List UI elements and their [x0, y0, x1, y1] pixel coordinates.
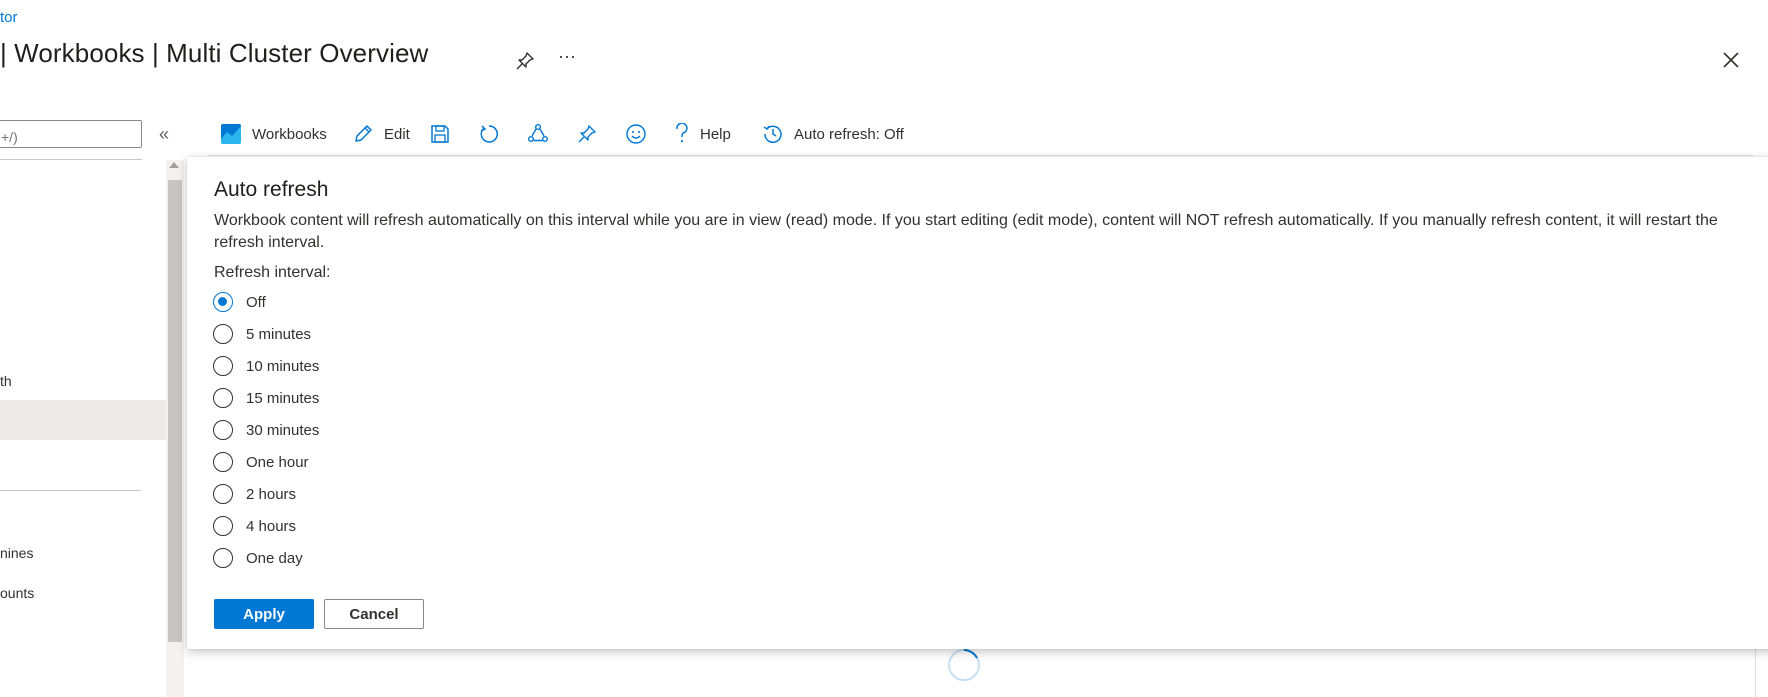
apply-button[interactable]: Apply — [214, 599, 314, 629]
refresh-button[interactable] — [478, 118, 500, 150]
save-icon — [431, 125, 449, 143]
radio-button[interactable] — [213, 452, 233, 472]
nav-item-selected[interactable] — [0, 400, 166, 440]
scroll-up-arrow-icon[interactable] — [169, 162, 179, 168]
radio-button[interactable] — [213, 516, 233, 536]
radio-option-off[interactable]: Off — [213, 290, 266, 314]
radio-option-2-hours[interactable]: 2 hours — [213, 482, 296, 506]
radio-label: One hour — [246, 453, 309, 471]
help-icon — [676, 123, 688, 143]
workbooks-button[interactable]: Workbooks — [220, 118, 327, 150]
panel-description: Workbook content will refresh automatica… — [214, 212, 1718, 251]
loading-spinner-icon — [947, 648, 981, 682]
radio-button[interactable] — [213, 388, 233, 408]
radio-button[interactable] — [213, 420, 233, 440]
close-icon[interactable] — [1719, 48, 1743, 72]
radio-button[interactable] — [213, 548, 233, 568]
radio-label: 2 hours — [246, 485, 297, 503]
radio-option-30-minutes[interactable]: 30 minutes — [213, 418, 319, 442]
cancel-button[interactable]: Cancel — [324, 599, 424, 629]
radio-option-15-minutes[interactable]: 15 minutes — [213, 386, 319, 410]
help-button[interactable]: Help — [674, 118, 731, 150]
collapse-nav-button[interactable]: « — [159, 124, 169, 145]
radio-button-checked[interactable] — [213, 292, 233, 312]
workbooks-label: Workbooks — [252, 125, 327, 143]
feedback-button[interactable] — [625, 118, 647, 150]
radio-label: 30 minutes — [246, 421, 320, 439]
refresh-interval-label: Refresh interval: — [214, 264, 331, 281]
auto-refresh-label: Auto refresh: Off — [794, 125, 904, 143]
save-button[interactable] — [429, 118, 451, 150]
help-label: Help — [700, 125, 731, 143]
edit-icon — [355, 125, 372, 142]
search-input[interactable] — [0, 120, 142, 148]
radio-option-one-day[interactable]: One day — [213, 546, 303, 570]
radio-button[interactable] — [213, 324, 233, 344]
pin-to-dashboard-button[interactable] — [576, 118, 598, 150]
breadcrumb-link[interactable]: tor — [0, 9, 18, 26]
radio-option-one-hour[interactable]: One hour — [213, 450, 309, 474]
pin-icon[interactable] — [514, 50, 536, 72]
scrollbar-thumb[interactable] — [168, 180, 182, 642]
radio-label: One day — [246, 549, 303, 567]
radio-label: Off — [246, 293, 266, 311]
pin-icon — [578, 125, 596, 143]
nav-item[interactable]: th — [0, 373, 12, 389]
nav-divider — [0, 490, 141, 491]
auto-refresh-button[interactable]: Auto refresh: Off — [762, 118, 904, 150]
history-icon — [763, 125, 782, 143]
smiley-icon — [626, 124, 646, 144]
radio-option-4-hours[interactable]: 4 hours — [213, 514, 296, 538]
share-button[interactable] — [527, 118, 549, 150]
edit-button[interactable]: Edit — [352, 118, 410, 150]
radio-label: 15 minutes — [246, 389, 320, 407]
nav-item[interactable]: ounts — [0, 585, 34, 601]
share-icon — [528, 124, 548, 142]
workbooks-icon — [221, 124, 241, 144]
more-options-button[interactable]: ··· — [558, 46, 576, 67]
refresh-icon — [480, 125, 498, 143]
radio-label: 5 minutes — [246, 325, 312, 343]
page-title: | Workbooks | Multi Cluster Overview — [0, 38, 429, 68]
radio-option-5-minutes[interactable]: 5 minutes — [213, 322, 311, 346]
radio-option-10-minutes[interactable]: 10 minutes — [213, 354, 319, 378]
nav-divider — [0, 159, 142, 160]
toolbar-divider — [208, 155, 1753, 156]
radio-label: 4 hours — [246, 517, 297, 535]
radio-button[interactable] — [213, 356, 233, 376]
nav-item[interactable]: nines — [0, 545, 33, 561]
auto-refresh-panel: Auto refresh Workbook content will refre… — [187, 157, 1768, 649]
panel-title: Auto refresh — [214, 178, 329, 201]
edit-label: Edit — [384, 125, 410, 143]
radio-label: 10 minutes — [246, 357, 320, 375]
radio-button[interactable] — [213, 484, 233, 504]
